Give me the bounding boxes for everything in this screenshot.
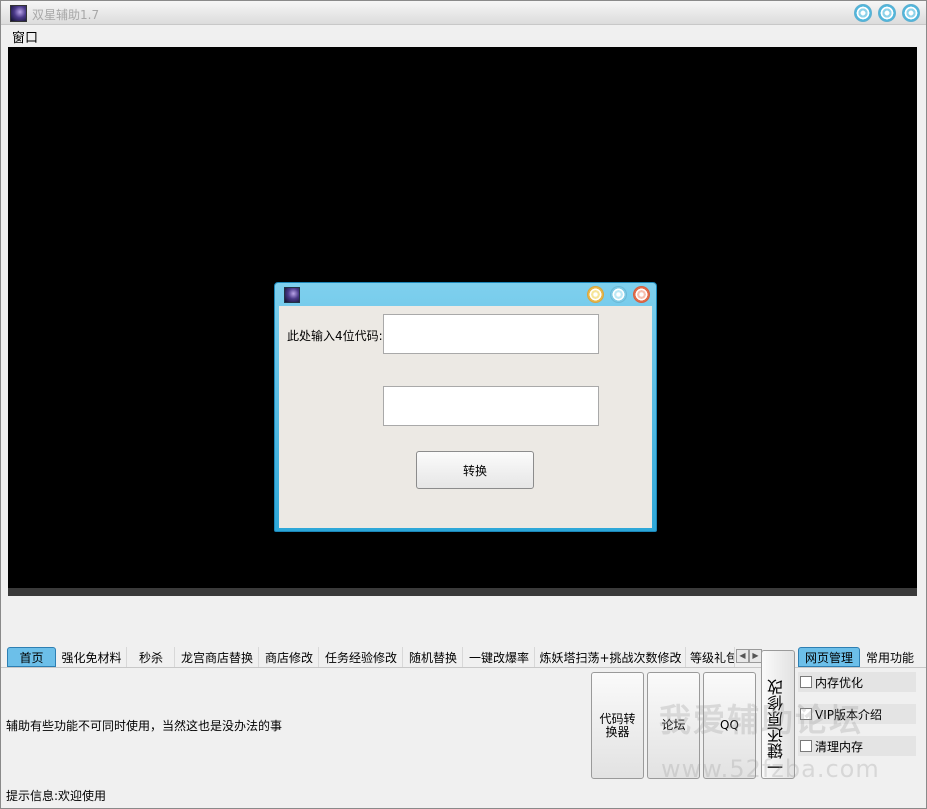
dialog-minimize-icon[interactable]	[587, 286, 604, 303]
memory-optimize-checkbox[interactable]	[800, 676, 812, 688]
tab-shop-edit[interactable]: 商店修改	[260, 647, 319, 667]
menu-bar: 窗口	[1, 25, 926, 46]
convert-button[interactable]: 转换	[416, 451, 534, 489]
tab-web-manage[interactable]: 网页管理	[798, 647, 860, 667]
window-controls	[854, 4, 920, 22]
tab-common-functions[interactable]: 常用功能	[862, 647, 918, 667]
memory-optimize-label: 内存优化	[815, 675, 864, 690]
tab-instant-kill[interactable]: 秒杀	[128, 647, 175, 667]
tab-enhance-free[interactable]: 强化免材料	[57, 647, 127, 667]
dialog-maximize-icon[interactable]	[610, 286, 627, 303]
tab-drop-rate[interactable]: 一键改爆率	[464, 647, 535, 667]
menu-window[interactable]: 窗口	[12, 27, 38, 46]
tab-scroll-left-icon[interactable]: ◀	[736, 649, 749, 663]
window-title: 双星辅助1.7	[32, 8, 100, 22]
code-converter-button[interactable]: 代码转换器	[591, 672, 644, 779]
result-output[interactable]	[383, 386, 599, 426]
status-text: 提示信息:欢迎使用	[6, 789, 107, 803]
code-converter-label: 代码转换器	[599, 711, 636, 739]
title-bar: 双星辅助1.7	[1, 1, 926, 25]
watermark-url: www.52fzba.com	[661, 755, 880, 783]
notice-text: 辅助有些功能不可同时使用，当然这也是没办法的事	[6, 719, 283, 733]
code-input-label: 此处输入4位代码:	[287, 329, 383, 343]
tab-level-gift[interactable]: 等级礼包	[687, 647, 735, 667]
watermark-text: 我爱辅助论坛	[659, 701, 864, 739]
app-window: 双星辅助1.7 窗口 此处输入4位代码: 转换 首页 强化免材料 秒杀 龙宫商店…	[0, 0, 927, 809]
dialog-controls	[587, 286, 650, 303]
viewport-bottom-bar	[8, 588, 917, 596]
tab-quest-exp[interactable]: 任务经验修改	[320, 647, 403, 667]
app-icon	[10, 5, 27, 22]
code-input[interactable]	[383, 314, 599, 354]
tab-dragon-shop[interactable]: 龙宫商店替换	[176, 647, 259, 667]
tab-tower-sweep[interactable]: 炼妖塔扫荡+挑战次数修改	[536, 647, 686, 667]
code-converter-dialog: 此处输入4位代码: 转换	[274, 282, 657, 532]
minimize-swirl-icon[interactable]	[854, 4, 872, 22]
dialog-app-icon	[284, 287, 300, 303]
tab-random-replace[interactable]: 随机替换	[404, 647, 463, 667]
option-memory-optimize[interactable]: 内存优化	[798, 672, 916, 692]
maximize-swirl-icon[interactable]	[878, 4, 896, 22]
tab-home[interactable]: 首页	[7, 647, 56, 667]
clear-memory-checkbox[interactable]	[800, 740, 812, 752]
dialog-close-icon[interactable]	[633, 286, 650, 303]
close-swirl-icon[interactable]	[902, 4, 920, 22]
dialog-body: 此处输入4位代码: 转换	[279, 306, 652, 528]
